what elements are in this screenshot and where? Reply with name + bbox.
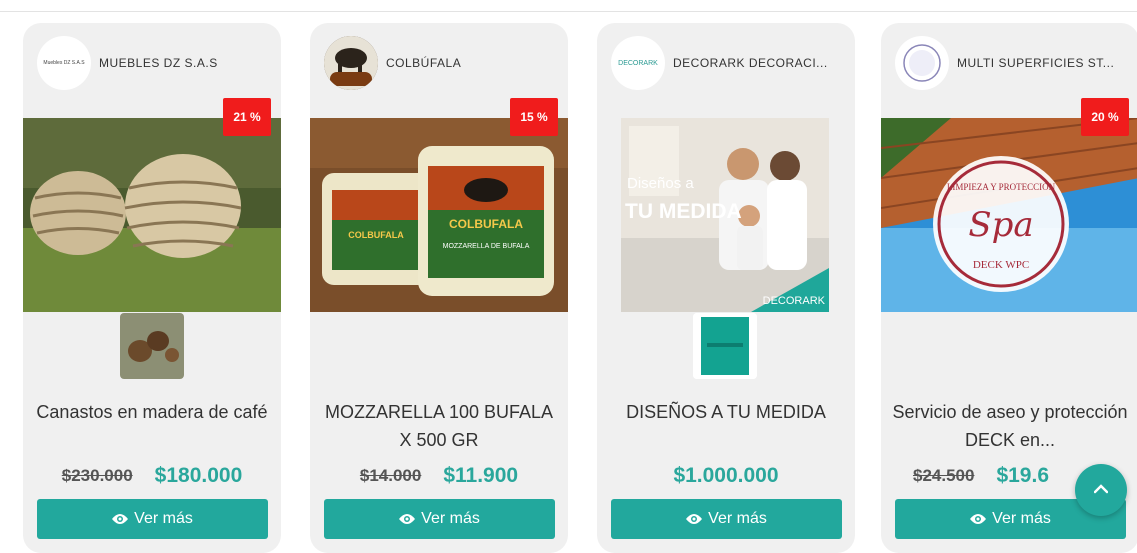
- top-divider: [0, 11, 1137, 12]
- seller-name[interactable]: COLBÚFALA: [386, 56, 461, 70]
- svg-text:Spa: Spa: [968, 205, 1033, 245]
- view-more-label: Ver más: [134, 510, 193, 527]
- seller-header[interactable]: COLBÚFALA: [324, 35, 461, 91]
- multi-superficies-logo-icon: [903, 44, 941, 82]
- product-title[interactable]: MOZZARELLA 100 BUFALA X 500 GR: [320, 398, 558, 454]
- svg-text:DECORARK: DECORARK: [763, 295, 826, 307]
- seller-logo[interactable]: [324, 36, 378, 90]
- seller-header[interactable]: DECORARK DECORARK DECORACI...: [611, 35, 828, 91]
- seller-header[interactable]: MULTI SUPERFICIES ST...: [895, 35, 1114, 91]
- product-title[interactable]: Servicio de aseo y protección DECK en...: [891, 398, 1129, 454]
- view-more-label: Ver más: [421, 510, 480, 527]
- eye-icon: [686, 513, 703, 525]
- product-card[interactable]: Muebles DZ S.A.S MUEBLES DZ S.A.S 21 % C…: [23, 23, 281, 553]
- seller-logo-text: DECORARK: [618, 59, 658, 67]
- old-price: $230.000: [61, 466, 133, 485]
- sale-price: $1.000.000: [673, 464, 779, 487]
- chevron-up-icon: [1093, 481, 1109, 499]
- sale-price: $11.900: [443, 464, 519, 487]
- eye-icon: [399, 513, 416, 525]
- svg-text:DECK WPC: DECK WPC: [973, 259, 1029, 271]
- old-price: $14.000: [359, 466, 422, 485]
- svg-text:MOZZARELLA DE BUFALA: MOZZARELLA DE BUFALA: [443, 243, 530, 250]
- sale-price: $180.000: [154, 464, 243, 487]
- discount-badge: 20 %: [1081, 98, 1129, 136]
- view-more-label: Ver más: [708, 510, 767, 527]
- eye-icon: [112, 513, 129, 525]
- svg-text:TU MEDIDA: TU MEDIDA: [625, 200, 742, 223]
- seller-name[interactable]: MUEBLES DZ S.A.S: [99, 56, 218, 70]
- seller-logo[interactable]: [895, 36, 949, 90]
- view-more-button[interactable]: Ver más: [324, 499, 555, 539]
- view-more-button[interactable]: Ver más: [37, 499, 268, 539]
- price-row: $14.000 $11.900: [310, 461, 568, 491]
- price-row: $1.000.000: [597, 461, 855, 491]
- sale-price: $19.6: [996, 464, 1050, 487]
- view-more-label: Ver más: [992, 510, 1051, 527]
- product-title[interactable]: DISEÑOS A TU MEDIDA: [607, 398, 845, 426]
- product-card[interactable]: DECORARK DECORARK DECORACI... Diseños a …: [597, 23, 855, 553]
- seller-name[interactable]: MULTI SUPERFICIES ST...: [957, 56, 1114, 70]
- seller-logo[interactable]: DECORARK: [611, 36, 665, 90]
- svg-text:COLBUFALA: COLBUFALA: [348, 230, 404, 240]
- price-row: $230.000 $180.000: [23, 461, 281, 491]
- product-image[interactable]: Diseños a TU MEDIDA DECORARK: [621, 118, 829, 312]
- scroll-to-top-button[interactable]: [1075, 464, 1127, 516]
- product-thumbnail[interactable]: [120, 313, 184, 379]
- product-thumbnail[interactable]: [693, 313, 757, 379]
- seller-logo-text: Muebles DZ S.A.S: [43, 60, 85, 66]
- buffalo-logo-icon: [324, 36, 378, 90]
- seller-logo[interactable]: Muebles DZ S.A.S: [37, 36, 91, 90]
- product-image[interactable]: COLBUFALA COLBUFALA MOZZARELLA DE BUFALA: [310, 118, 568, 312]
- eye-icon: [970, 513, 987, 525]
- svg-text:LIMPIEZA Y PROTECCION: LIMPIEZA Y PROTECCION: [947, 182, 1056, 192]
- svg-text:Diseños a: Diseños a: [627, 175, 694, 192]
- seller-header[interactable]: Muebles DZ S.A.S MUEBLES DZ S.A.S: [37, 35, 218, 91]
- product-image[interactable]: LIMPIEZA Y PROTECCION Spa DECK WPC: [881, 118, 1137, 312]
- product-title[interactable]: Canastos en madera de café: [33, 398, 271, 426]
- product-card[interactable]: COLBÚFALA 15 % COLBUFALA COLBUFALA MOZZA…: [310, 23, 568, 553]
- discount-badge: 15 %: [510, 98, 558, 136]
- product-image[interactable]: [23, 118, 281, 312]
- old-price: $24.500: [913, 466, 975, 485]
- seller-name[interactable]: DECORARK DECORACI...: [673, 56, 828, 70]
- discount-badge: 21 %: [223, 98, 271, 136]
- svg-text:COLBUFALA: COLBUFALA: [449, 217, 523, 231]
- view-more-button[interactable]: Ver más: [611, 499, 842, 539]
